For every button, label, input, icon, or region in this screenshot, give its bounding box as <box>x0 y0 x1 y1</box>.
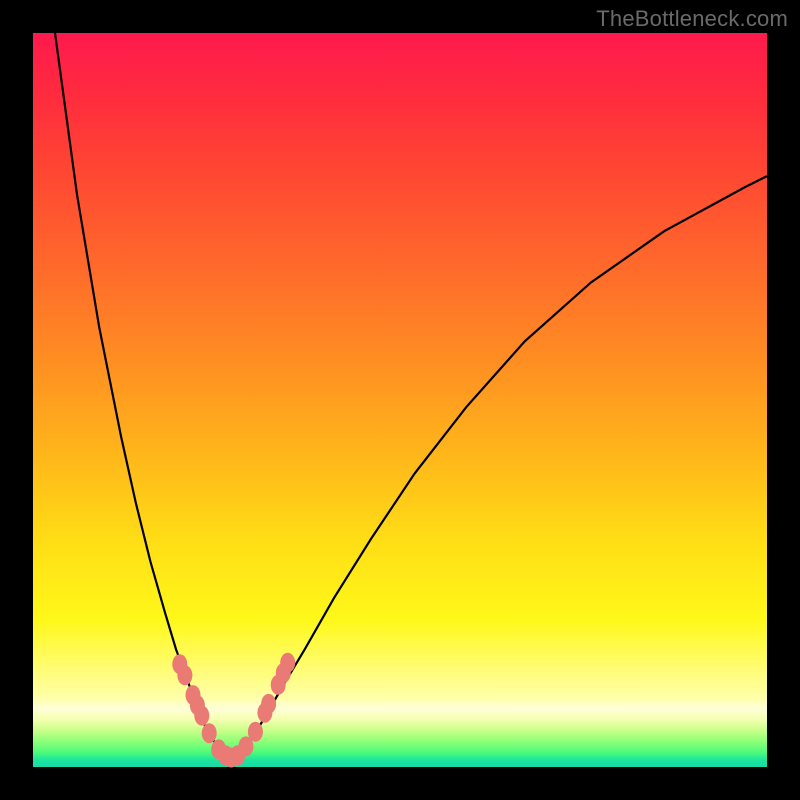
bead-marker <box>202 723 217 743</box>
chart-frame: TheBottleneck.com <box>0 0 800 800</box>
curve-beads <box>172 653 295 768</box>
bead-marker <box>194 706 209 726</box>
chart-svg <box>33 33 767 767</box>
bead-marker <box>248 722 263 742</box>
bead-marker <box>177 665 192 685</box>
plot-area <box>33 33 767 767</box>
bead-marker <box>261 694 276 714</box>
curve-left-branch <box>55 33 231 758</box>
curve-right-branch <box>231 176 767 757</box>
watermark-text: TheBottleneck.com <box>596 6 788 32</box>
bead-marker <box>280 653 295 673</box>
